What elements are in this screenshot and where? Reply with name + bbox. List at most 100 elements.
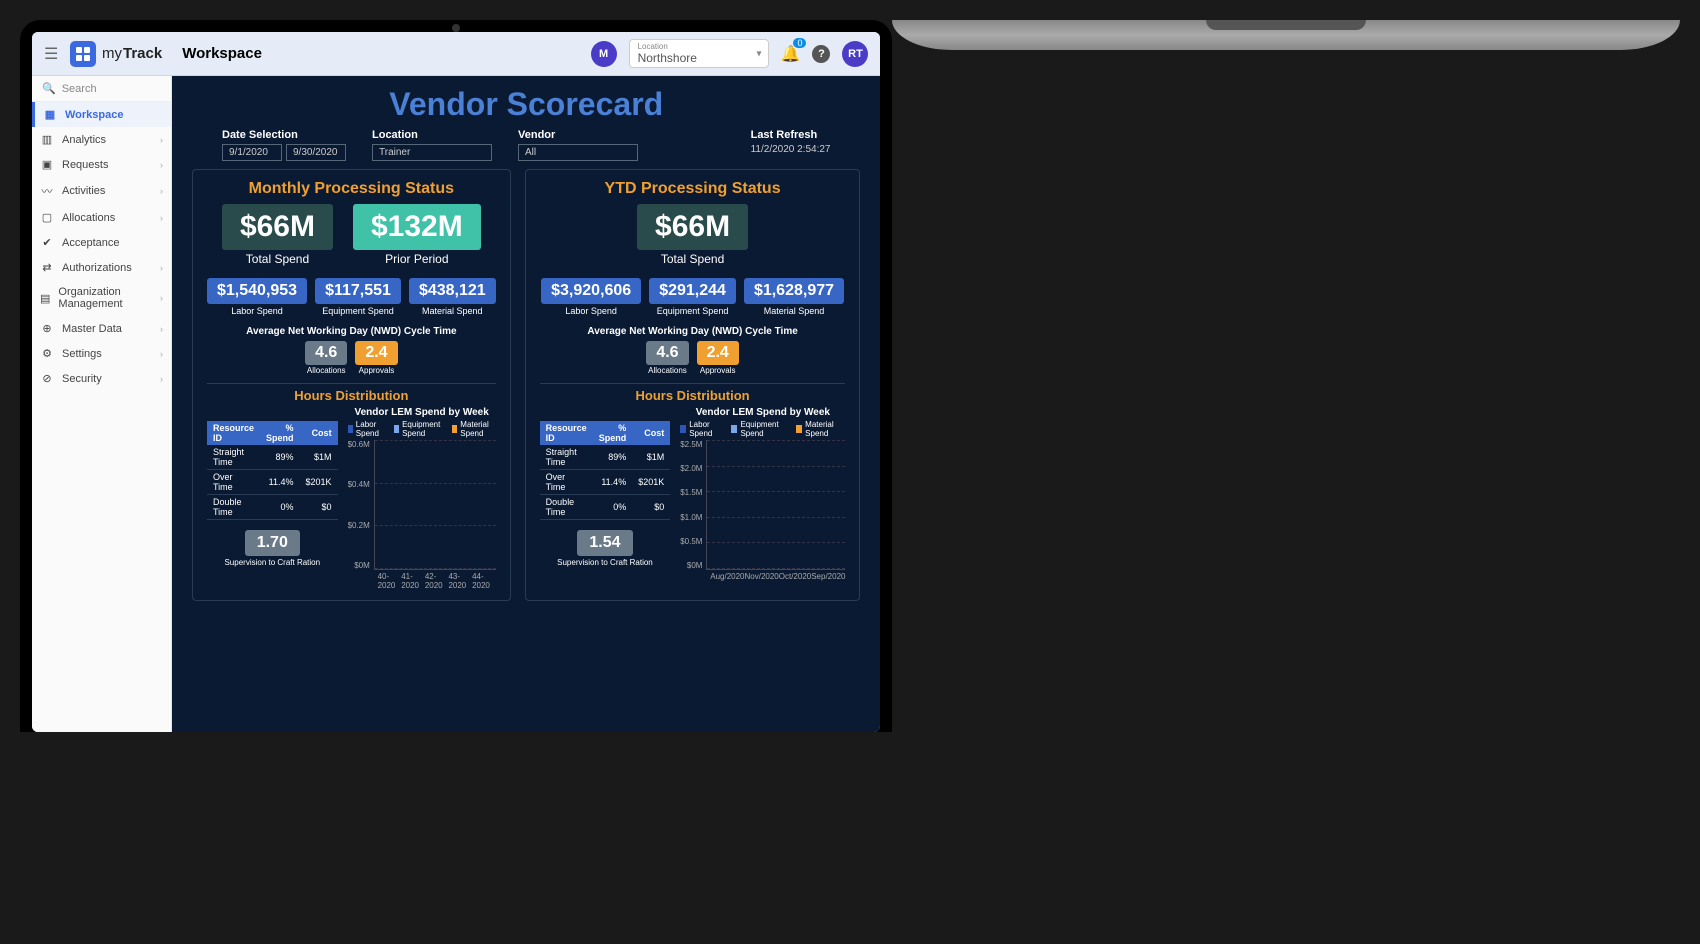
avg-tile: 2.4 <box>697 341 739 365</box>
sidebar: 🔍 Search ▦ Workspace ▥ Analytics › ▣ Requests ›… <box>32 76 172 732</box>
sidebar-icon: ▦ <box>43 108 57 121</box>
sidebar-item-authorizations[interactable]: ⇄ Authorizations › <box>32 255 171 280</box>
last-refresh-value: 11/2/2020 2:54:27 <box>751 144 831 155</box>
notifications-icon[interactable]: 🔔0 <box>781 44 801 64</box>
spend-tile: $291,244 <box>649 278 736 304</box>
sidebar-label: Security <box>62 373 102 385</box>
sidebar-item-requests[interactable]: ▣ Requests › <box>32 152 171 177</box>
search-input[interactable]: 🔍 Search <box>32 76 171 102</box>
hours-distribution-title: Hours Distribution <box>540 383 846 403</box>
chevron-down-icon: ▾ <box>757 48 762 59</box>
date-label: Date Selection <box>222 129 346 141</box>
hours-distribution-title: Hours Distribution <box>207 383 496 403</box>
sidebar-icon: 〰 <box>40 183 54 199</box>
last-refresh-label: Last Refresh <box>751 129 831 141</box>
spend-tile: $1,540,953 <box>207 278 307 304</box>
chart-title: Vendor LEM Spend by Week <box>680 407 845 418</box>
help-icon[interactable]: ? <box>812 45 830 63</box>
filter-bar: Date Selection 9/1/2020 9/30/2020 Locati… <box>192 129 860 161</box>
table-row: Straight Time89%$1M <box>540 445 671 470</box>
vendor-filter-input[interactable]: All <box>518 144 638 161</box>
sidebar-label: Master Data <box>62 323 122 335</box>
table-row: Double Time0%$0 <box>207 495 338 520</box>
user-avatar-rt[interactable]: RT <box>842 41 868 67</box>
page-title: Workspace <box>182 45 262 62</box>
ratio-tile: 1.54Supervision to Craft Ration <box>540 530 671 567</box>
chevron-right-icon: › <box>160 374 163 384</box>
location-filter-label: Location <box>372 129 492 141</box>
sidebar-icon: ⇄ <box>40 261 54 274</box>
sidebar-item-master-data[interactable]: ⊕ Master Data › <box>32 316 171 341</box>
spend-tile: $3,920,606 <box>541 278 641 304</box>
sidebar-label: Authorizations <box>62 262 132 274</box>
avg-tile: 4.6 <box>646 341 688 365</box>
sidebar-label: Analytics <box>62 134 106 146</box>
avg-tile: 4.6 <box>305 341 347 365</box>
sidebar-item-workspace[interactable]: ▦ Workspace <box>32 102 171 127</box>
dashboard-title: Vendor Scorecard <box>192 86 860 123</box>
resource-table: Resource ID% SpendCostStraight Time89%$1… <box>540 421 671 520</box>
sidebar-label: Requests <box>62 159 108 171</box>
location-filter-input[interactable]: Trainer <box>372 144 492 161</box>
sidebar-item-security[interactable]: ⊘ Security › <box>32 366 171 391</box>
main-content: Vendor Scorecard Date Selection 9/1/2020… <box>172 76 880 732</box>
sidebar-icon: ▢ <box>40 211 54 224</box>
chart-xaxis: Aug/2020Nov/2020Oct/2020Sep/2020 <box>710 572 845 581</box>
hamburger-icon[interactable]: ☰ <box>44 44 64 64</box>
sidebar-item-acceptance[interactable]: ✔ Acceptance <box>32 230 171 255</box>
spend-tile: $438,121 <box>409 278 496 304</box>
sidebar-icon: ▣ <box>40 158 54 171</box>
chart-legend: Labor SpendEquipment SpendMaterial Spend <box>680 420 845 438</box>
spend-tile: $117,551 <box>315 278 401 304</box>
sidebar-label: Settings <box>62 348 102 360</box>
sidebar-label: Activities <box>62 185 105 197</box>
search-icon: 🔍 <box>42 82 56 95</box>
chart-xaxis: 40-202041-202042-202043-202044-2020 <box>378 572 496 590</box>
chevron-right-icon: › <box>160 160 163 170</box>
table-row: Double Time0%$0 <box>540 495 671 520</box>
big-tile: $132M <box>353 204 481 250</box>
ratio-tile: 1.70Supervision to Craft Ration <box>207 530 338 567</box>
chevron-right-icon: › <box>160 349 163 359</box>
chevron-right-icon: › <box>160 263 163 273</box>
chevron-right-icon: › <box>160 213 163 223</box>
spend-tile: $1,628,977 <box>744 278 844 304</box>
sidebar-label: Workspace <box>65 109 124 121</box>
sidebar-label: Organization Management <box>58 286 152 310</box>
monthly-card: Monthly Processing Status$66MTotal Spend… <box>192 169 511 601</box>
user-avatar-m[interactable]: M <box>591 41 617 67</box>
card-title: Monthly Processing Status <box>207 180 496 198</box>
resource-table: Resource ID% SpendCostStraight Time89%$1… <box>207 421 338 520</box>
chevron-right-icon: › <box>160 186 163 196</box>
sidebar-icon: ⚙ <box>40 347 54 360</box>
ytd-card: YTD Processing Status$66MTotal Spend$3,9… <box>525 169 861 601</box>
sidebar-icon: ⊕ <box>40 322 54 335</box>
avg-tile: 2.4 <box>355 341 397 365</box>
table-row: Over Time11.4%$201K <box>207 470 338 495</box>
sidebar-item-settings[interactable]: ⚙ Settings › <box>32 341 171 366</box>
sidebar-icon: ✔ <box>40 236 54 249</box>
vendor-filter-label: Vendor <box>518 129 638 141</box>
date-to-input[interactable]: 9/30/2020 <box>286 144 346 161</box>
sidebar-item-activities[interactable]: 〰 Activities › <box>32 177 171 205</box>
brand: myTrack <box>102 45 162 62</box>
sidebar-label: Allocations <box>62 212 115 224</box>
sidebar-item-organization-management[interactable]: ▤Organization Management› <box>32 280 171 316</box>
date-from-input[interactable]: 9/1/2020 <box>222 144 282 161</box>
sidebar-label: Acceptance <box>62 237 119 249</box>
bar-chart: $2.5M$2.0M$1.5M$1.0M$0.5M$0M <box>680 440 845 570</box>
sidebar-item-analytics[interactable]: ▥Analytics› <box>32 127 171 152</box>
sidebar-icon: ▤ <box>40 292 50 305</box>
card-title: YTD Processing Status <box>540 180 846 198</box>
table-row: Straight Time89%$1M <box>207 445 338 470</box>
chevron-right-icon: › <box>160 324 163 334</box>
location-selector[interactable]: Location Northshore ▾ <box>629 39 769 68</box>
app-logo[interactable] <box>70 41 96 67</box>
sidebar-item-allocations[interactable]: ▢ Allocations › <box>32 205 171 230</box>
chart-title: Vendor LEM Spend by Week <box>348 407 496 418</box>
bar-chart: $0.6M$0.4M$0.2M$0M <box>348 440 496 570</box>
topbar: ☰ myTrack Workspace M Location Northshor… <box>32 32 880 76</box>
big-tile: $66M <box>637 204 748 250</box>
sidebar-icon: ▥ <box>40 133 54 146</box>
sidebar-icon: ⊘ <box>40 372 54 385</box>
